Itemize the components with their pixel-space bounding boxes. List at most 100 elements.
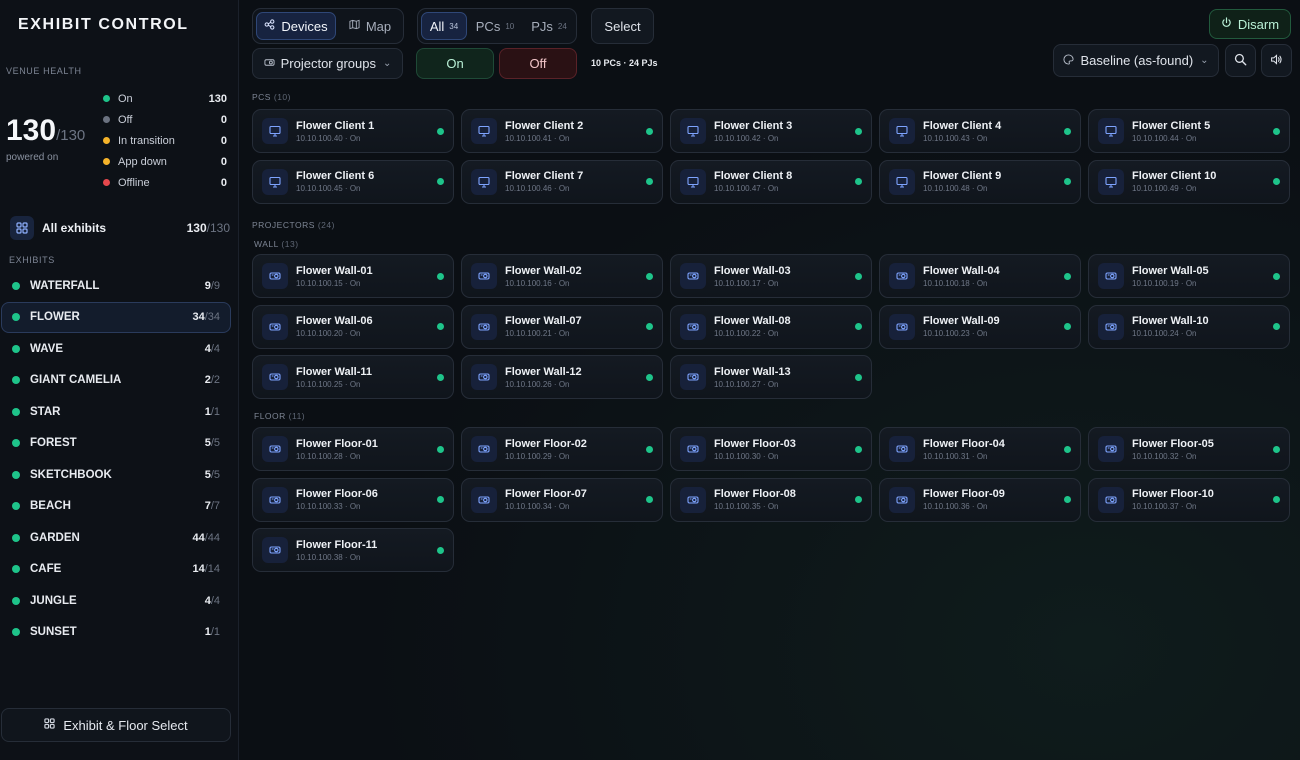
projector-card[interactable]: Flower Wall-08 10.10.100.22 · On — [670, 304, 872, 349]
exhibit-item-beach[interactable]: BEACH 7/7 — [1, 491, 231, 523]
projector-card[interactable]: Flower Floor-01 10.10.100.28 · On — [252, 427, 454, 471]
status-dot — [12, 313, 20, 322]
device-meta: 10.10.100.21 · On — [505, 329, 570, 338]
pc-card[interactable]: Flower Client 2 10.10.100.41 · On — [461, 109, 663, 153]
pc-card[interactable]: Flower Client 4 10.10.100.43 · On — [879, 109, 1081, 153]
projector-card[interactable]: Flower Wall-10 10.10.100.24 · On — [1088, 304, 1290, 349]
pc-card[interactable]: Flower Client 10 10.10.100.49 · On — [1088, 159, 1290, 204]
projector-card[interactable]: Flower Wall-13 10.10.100.27 · On — [670, 355, 872, 399]
card-text: Flower Wall-11 10.10.100.25 · On — [296, 366, 437, 389]
filter-pcs[interactable]: PCs 10 — [469, 12, 521, 40]
exhibit-name: GARDEN — [30, 531, 80, 544]
exhibit-item-cafe[interactable]: CAFE 14/14 — [1, 554, 231, 586]
projector-card[interactable]: Flower Wall-07 10.10.100.21 · On — [461, 304, 663, 349]
projector-icon — [1098, 313, 1124, 340]
disarm-button[interactable]: Disarm — [1209, 9, 1291, 39]
exhibit-name: SKETCHBOOK — [30, 468, 112, 481]
all-exhibits-item[interactable]: All exhibits 130/130 — [10, 215, 230, 241]
exhibit-item-flower[interactable]: FLOWER 34/34 — [1, 301, 231, 333]
status-dot — [1273, 496, 1280, 503]
projector-card[interactable]: Flower Floor-09 10.10.100.36 · On — [879, 477, 1081, 522]
projector-card[interactable]: Flower Wall-02 10.10.100.16 · On — [461, 254, 663, 298]
pc-card[interactable]: Flower Client 8 10.10.100.47 · On — [670, 159, 872, 204]
device-meta: 10.10.100.15 · On — [296, 278, 361, 288]
exhibit-item-sunset[interactable]: SUNSET 1/1 — [1, 617, 231, 649]
projector-card[interactable]: Flower Wall-06 10.10.100.20 · On — [252, 304, 454, 349]
device-meta: 10.10.100.22 · On — [714, 329, 779, 338]
device-name: Flower Wall-03 — [714, 264, 791, 277]
exhibit-name: STAR — [30, 405, 61, 418]
pc-card[interactable]: Flower Client 5 10.10.100.44 · On — [1088, 109, 1290, 153]
monitor-icon — [680, 118, 706, 144]
status-dot — [1064, 127, 1071, 135]
group-label-wall: WALL (13) — [254, 239, 299, 249]
card-text: Flower Wall-02 10.10.100.16 · On — [505, 265, 646, 288]
volume-button[interactable] — [1261, 44, 1292, 77]
card-text: Flower Wall-01 10.10.100.15 · On — [296, 265, 437, 288]
projector-icon — [471, 364, 497, 390]
device-name: Flower Wall-09 — [923, 315, 1000, 327]
exhibit-floor-select-button[interactable]: Exhibit & Floor Select — [1, 708, 231, 742]
projector-card[interactable]: Flower Floor-08 10.10.100.35 · On — [670, 477, 872, 522]
projector-card[interactable]: Flower Wall-04 10.10.100.18 · On — [879, 254, 1081, 298]
exhibit-item-giant-camelia[interactable]: GIANT CAMELIA 2/2 — [1, 365, 231, 397]
pc-card[interactable]: Flower Client 1 10.10.100.40 · On — [252, 109, 454, 153]
device-meta: 10.10.100.49 · On — [1132, 184, 1197, 193]
health-legend: On 130 Off 0 In transition 0 App down 0 … — [103, 88, 227, 193]
search-button[interactable] — [1225, 44, 1256, 77]
power-on-button[interactable]: On — [416, 48, 494, 79]
projector-card[interactable]: Flower Floor-05 10.10.100.32 · On — [1088, 427, 1290, 471]
exhibit-item-garden[interactable]: GARDEN 44/44 — [1, 522, 231, 554]
projector-card[interactable]: Flower Floor-07 10.10.100.34 · On — [461, 477, 663, 522]
map-icon — [349, 19, 360, 33]
projector-card[interactable]: Flower Wall-11 10.10.100.25 · On — [252, 355, 454, 399]
baseline-dropdown[interactable]: Baseline (as-found) ⌄ — [1053, 44, 1219, 77]
device-name: Flower Client 8 — [714, 170, 793, 182]
power-off-button[interactable]: Off — [499, 48, 577, 79]
projector-card[interactable]: Flower Wall-09 10.10.100.23 · On — [879, 304, 1081, 349]
projector-groups-dropdown[interactable]: Projector groups ⌄ — [252, 48, 403, 79]
projector-card[interactable]: Flower Wall-03 10.10.100.17 · On — [670, 254, 872, 298]
status-dot — [437, 272, 444, 280]
count-total: /4 — [210, 342, 220, 355]
card-text: Flower Floor-08 10.10.100.35 · On — [714, 488, 855, 511]
projector-card[interactable]: Flower Floor-02 10.10.100.29 · On — [461, 427, 663, 471]
exhibit-item-waterfall[interactable]: WATERFALL 9/9 — [1, 270, 231, 302]
count-total: /34 — [204, 311, 220, 324]
pc-card[interactable]: Flower Client 9 10.10.100.48 · On — [879, 159, 1081, 204]
group-label-pcs: PCS (10) — [252, 92, 291, 102]
device-meta: 10.10.100.20 · On — [296, 329, 361, 338]
projector-card[interactable]: Flower Floor-06 10.10.100.33 · On — [252, 477, 454, 522]
projector-card[interactable]: Flower Wall-12 10.10.100.26 · On — [461, 355, 663, 399]
exhibit-item-forest[interactable]: FOREST 5/5 — [1, 428, 231, 460]
select-button[interactable]: Select — [591, 8, 654, 44]
projector-card[interactable]: Flower Floor-03 10.10.100.30 · On — [670, 427, 872, 471]
filter-all[interactable]: All 34 — [421, 12, 467, 40]
projector-card[interactable]: Flower Wall-05 10.10.100.19 · On — [1088, 254, 1290, 298]
device-name: Flower Client 10 — [1132, 170, 1217, 182]
projector-card[interactable]: Flower Floor-04 10.10.100.31 · On — [879, 427, 1081, 471]
projector-card[interactable]: Flower Floor-10 10.10.100.37 · On — [1088, 477, 1290, 522]
legend-value: 0 — [220, 155, 227, 168]
card-text: Flower Floor-04 10.10.100.31 · On — [923, 438, 1064, 461]
exhibit-count: 4/4 — [205, 343, 220, 355]
pc-card[interactable]: Flower Client 6 10.10.100.45 · On — [252, 159, 454, 204]
exhibit-item-star[interactable]: STAR 1/1 — [1, 396, 231, 428]
exhibit-item-wave[interactable]: WAVE 4/4 — [1, 333, 231, 365]
exhibit-item-sketchbook[interactable]: SKETCHBOOK 5/5 — [1, 459, 231, 491]
projector-card[interactable]: Flower Wall-01 10.10.100.15 · On — [252, 254, 454, 298]
status-dot — [1064, 323, 1071, 330]
filter-pjs[interactable]: PJs 24 — [523, 12, 575, 40]
legend-value: 0 — [220, 134, 227, 147]
pc-card[interactable]: Flower Client 3 10.10.100.42 · On — [670, 109, 872, 153]
tab-devices[interactable]: Devices — [256, 12, 336, 40]
status-dot — [855, 496, 862, 503]
device-name: Flower Wall-08 — [714, 315, 791, 327]
projector-icon — [471, 313, 497, 340]
exhibit-item-jungle[interactable]: JUNGLE 4/4 — [1, 585, 231, 617]
pc-card[interactable]: Flower Client 7 10.10.100.46 · On — [461, 159, 663, 204]
projector-icon — [680, 486, 706, 513]
projector-card[interactable]: Flower Floor-11 10.10.100.38 · On — [252, 528, 454, 572]
device-summary: 10 PCs · 24 PJs — [591, 58, 658, 68]
tab-map[interactable]: Map — [338, 12, 402, 40]
